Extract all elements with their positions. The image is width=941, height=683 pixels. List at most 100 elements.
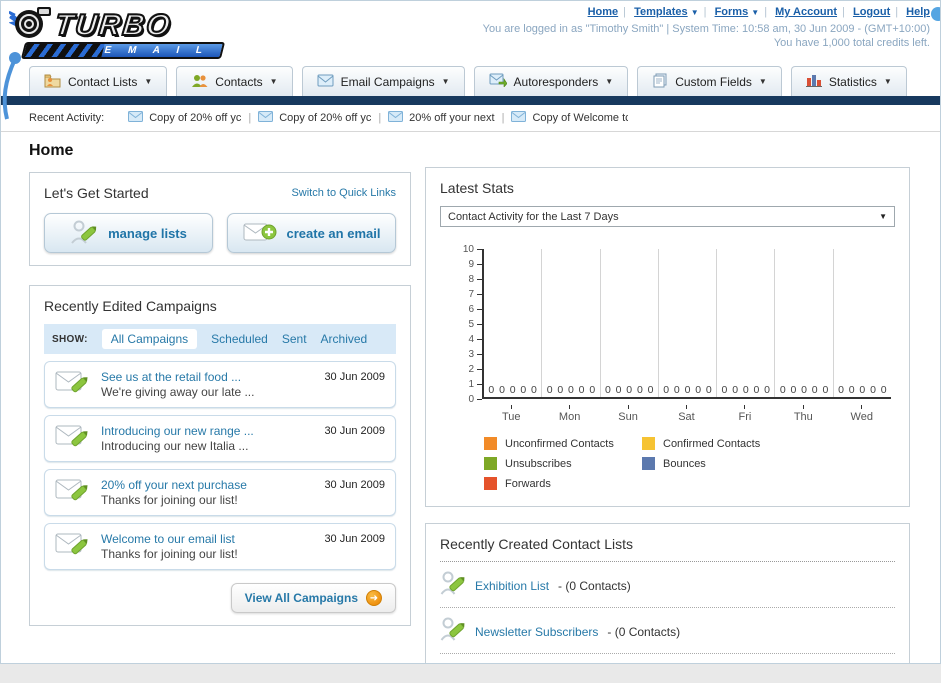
get-started-panel: Let's Get Started Switch to Quick Links … (29, 172, 411, 266)
corner-dot-decoration (931, 7, 940, 21)
campaign-row[interactable]: Welcome to our email list Thanks for joi… (44, 523, 396, 570)
data-point-label: 0 (859, 384, 866, 396)
campaign-row[interactable]: 20% off your next purchase Thanks for jo… (44, 469, 396, 516)
y-tick-label: 9 (452, 258, 482, 270)
wire-decoration (2, 52, 21, 120)
login-status-text: You are logged in as "Timothy Smith" | S… (482, 23, 930, 35)
legend-swatch (484, 437, 497, 450)
data-point-label: 0 (520, 384, 527, 396)
legend-label: Bounces (663, 457, 706, 470)
show-label: SHOW: (52, 333, 88, 345)
data-point-label: 0 (822, 384, 829, 396)
data-point-label: 0 (604, 384, 611, 396)
nav-link-logout[interactable]: Logout (853, 6, 890, 18)
contact-list-link[interactable]: Newsletter Subscribers (475, 625, 598, 639)
campaign-row[interactable]: See us at the retail food ... We're givi… (44, 361, 396, 408)
campaign-title-link[interactable]: 20% off your next purchase (101, 478, 247, 493)
contact-list-link[interactable]: Exhibition List (475, 579, 549, 593)
campaign-title-link[interactable]: Introducing our new range ... (101, 424, 254, 439)
manage-lists-button[interactable]: manage lists (44, 213, 213, 253)
filter-all-campaigns[interactable]: All Campaigns (101, 329, 198, 349)
data-point-label: 0 (568, 384, 574, 396)
legend-swatch (484, 477, 497, 490)
data-point-label: 0 (848, 384, 855, 396)
data-point-label: 0 (578, 384, 585, 396)
campaign-title-link[interactable]: Welcome to our email list (101, 532, 238, 547)
chart-day-group: 00000 (484, 249, 543, 397)
chart-day-group: 00000 (659, 249, 718, 397)
tab-email-campaigns[interactable]: Email Campaigns ▼ (301, 66, 465, 96)
chart-plot: 00000000000000000000000000000000000 (482, 249, 891, 399)
legend-label: Unsubscribes (505, 457, 572, 470)
latest-stats-title: Latest Stats (440, 180, 514, 196)
x-tick-label: Fri (716, 405, 774, 423)
data-point-label: 0 (705, 384, 712, 396)
tab-label: Contact Lists (68, 74, 138, 89)
x-tick-label: Sat (657, 405, 715, 423)
envelope-icon (317, 74, 334, 90)
main-content: Home Let's Get Started Switch to Quick L… (1, 132, 940, 663)
latest-stats-panel: Latest Stats Contact Activity for the La… (425, 167, 910, 507)
data-point-label: 0 (695, 384, 702, 396)
legend-swatch (642, 457, 655, 470)
data-point-label: 0 (636, 384, 643, 396)
nav-link-home[interactable]: Home (588, 6, 619, 18)
recent-activity-item[interactable]: Copy of 20% off yc (258, 111, 371, 125)
data-point-label: 0 (615, 384, 622, 396)
credits-status-text: You have 1,000 total credits left. (773, 37, 930, 49)
campaign-date: 30 Jun 2009 (324, 371, 385, 383)
app-window: TURBO E M A I L Home | Templates ▼ | Forms… (0, 0, 941, 664)
recent-activity-item[interactable]: 20% off your next (388, 111, 495, 125)
campaign-date: 30 Jun 2009 (324, 425, 385, 437)
y-tick-label: 7 (452, 288, 482, 300)
nav-link-help[interactable]: Help (906, 6, 930, 18)
y-tick-label: 2 (452, 363, 482, 375)
data-point-label: 0 (811, 384, 818, 396)
tab-label: Statistics (828, 74, 877, 89)
filter-sent[interactable]: Sent (282, 332, 307, 346)
chevron-down-icon: ▼ (883, 77, 892, 86)
right-column: Latest Stats Contact Activity for the La… (425, 138, 910, 663)
contact-list-row[interactable]: Newsletter Subscribers - (0 Contacts) (440, 608, 895, 654)
folder-user-icon (44, 73, 61, 91)
nav-link-my-account[interactable]: My Account (775, 6, 837, 18)
recent-activity-item[interactable]: Copy of 20% off yc (128, 111, 241, 125)
switch-to-quick-links[interactable]: Switch to Quick Links (291, 187, 396, 199)
tab-contacts[interactable]: Contacts ▼ (176, 66, 293, 96)
data-point-label: 0 (732, 384, 739, 396)
tab-contact-lists[interactable]: Contact Lists ▼ (29, 66, 168, 96)
tab-custom-fields[interactable]: Custom Fields ▼ (637, 66, 782, 96)
stats-period-dropdown[interactable]: Contact Activity for the Last 7 Days ▼ (440, 206, 895, 227)
create-an-email-button[interactable]: create an email (227, 213, 396, 253)
data-point-label: 0 (880, 384, 887, 396)
view-all-campaigns-button[interactable]: View All Campaigns ➜ (230, 583, 396, 613)
envelope-pencil-icon (55, 422, 91, 455)
legend-swatch (642, 437, 655, 450)
turbo-email-logo: TURBO E M A I L (8, 5, 226, 59)
campaign-row[interactable]: Introducing our new range ... Introducin… (44, 415, 396, 462)
y-tick-label: 0 (452, 393, 482, 405)
envelope-pencil-icon (55, 530, 91, 563)
tab-autoresponders[interactable]: Autoresponders ▼ (473, 66, 629, 96)
data-point-label: 0 (626, 384, 633, 396)
user-pencil-icon (70, 219, 98, 248)
nav-link-templates[interactable]: Templates (634, 6, 688, 18)
contact-activity-chart: 10 9 8 7 6 5 4 3 2 1 0 000000000000000000000000000… (452, 244, 891, 405)
legend-item: Unsubscribes (484, 457, 642, 470)
recent-activity-bar: Recent Activity: Copy of 20% off yc | Co… (1, 105, 940, 132)
recent-activity-item[interactable]: Copy of Welcome tc (511, 111, 628, 125)
filter-scheduled[interactable]: Scheduled (211, 332, 268, 346)
chevron-down-icon: ▼ (879, 212, 887, 221)
legend-label: Unconfirmed Contacts (505, 437, 614, 450)
campaign-title-link[interactable]: See us at the retail food ... (101, 370, 254, 385)
nav-link-forms[interactable]: Forms (715, 6, 749, 18)
y-tick-label: 4 (452, 333, 482, 345)
recent-activity-label: Recent Activity: (29, 112, 105, 124)
tab-statistics[interactable]: Statistics ▼ (790, 66, 907, 96)
data-point-label: 0 (764, 384, 770, 396)
chart-day-group: 00000 (601, 249, 659, 397)
chevron-down-icon: ▼ (441, 77, 450, 86)
contact-list-row[interactable]: Exhibition List - (0 Contacts) (440, 562, 895, 608)
logo-stripes-decoration (23, 44, 105, 57)
filter-archived[interactable]: Archived (321, 332, 368, 346)
